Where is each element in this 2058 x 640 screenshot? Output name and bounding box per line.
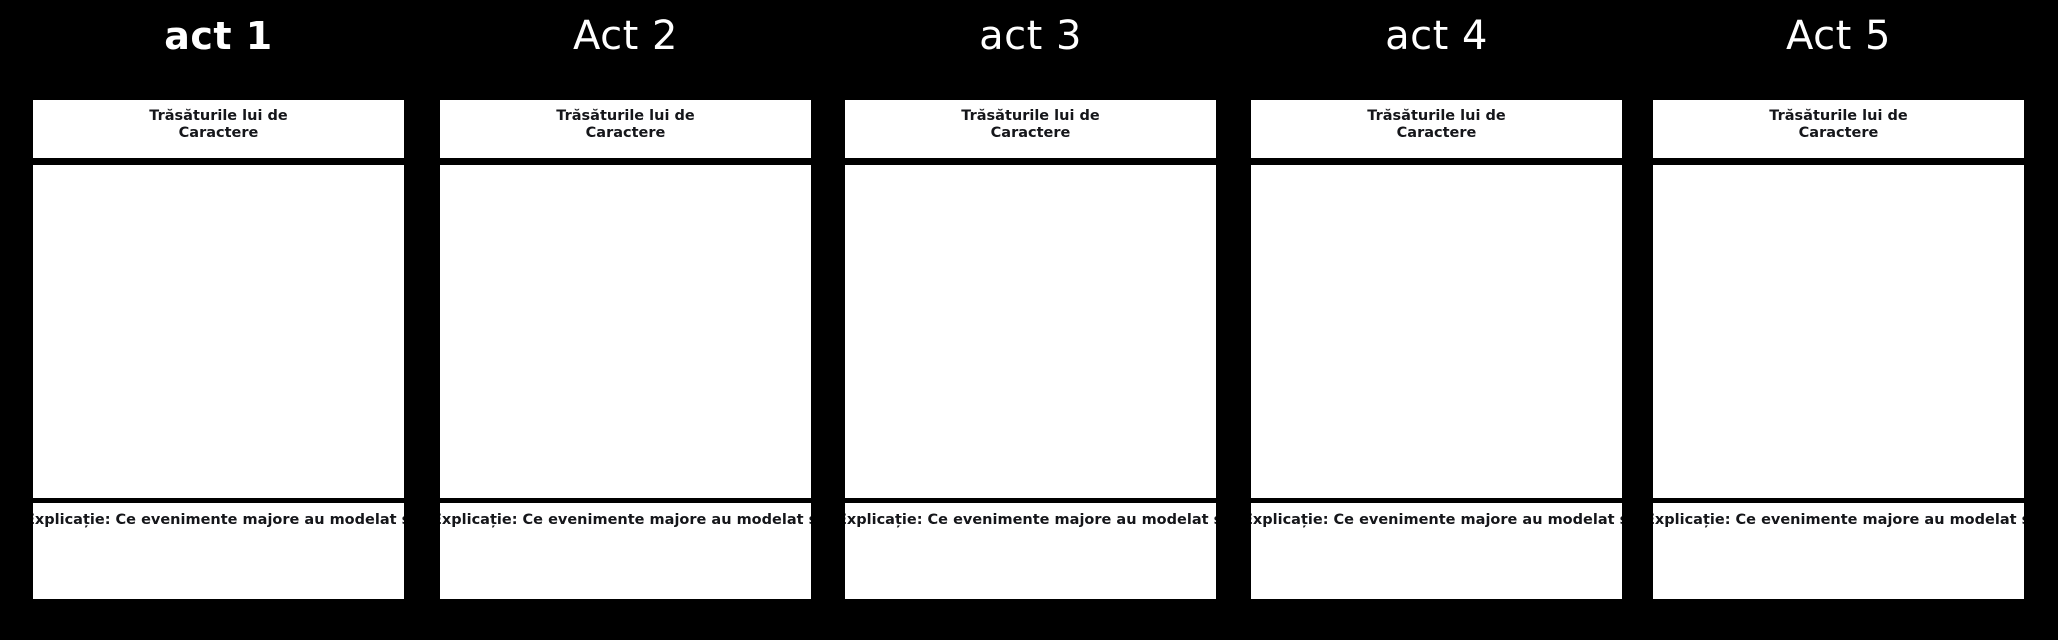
storyboard-panel[interactable]: act 1 Trăsăturile lui de Caractere Expli… [33, 0, 404, 640]
panel-header-text: Trăsăturile lui de Caractere [149, 108, 288, 141]
panel-image-area[interactable] [440, 165, 811, 498]
panel-header-text: Trăsăturile lui de Caractere [961, 108, 1100, 141]
panel-header-text: Trăsăturile lui de Caractere [556, 108, 695, 141]
panel-footer-text: Explicație: Ce evenimente majore au mode… [1251, 512, 1622, 528]
panel-footer-box[interactable]: Explicație: Ce evenimente majore au mode… [1251, 503, 1622, 599]
panel-footer-text: Explicație: Ce evenimente majore au mode… [440, 512, 811, 528]
panel-image-area[interactable] [1653, 165, 2024, 498]
panel-title[interactable]: act 3 [845, 8, 1216, 64]
panel-title[interactable]: Act 2 [440, 8, 811, 64]
panel-header-box[interactable]: Trăsăturile lui de Caractere [1653, 100, 2024, 158]
panel-image-area[interactable] [1251, 165, 1622, 498]
panel-footer-box[interactable]: Explicație: Ce evenimente majore au mode… [845, 503, 1216, 599]
panel-image-area[interactable] [845, 165, 1216, 498]
storyboard-canvas: act 1 Trăsăturile lui de Caractere Expli… [0, 0, 2058, 640]
panel-footer-box[interactable]: Explicație: Ce evenimente majore au mode… [1653, 503, 2024, 599]
panel-title[interactable]: act 1 [33, 8, 404, 64]
panel-footer-text: Explicație: Ce evenimente majore au mode… [1653, 512, 2024, 528]
panel-footer-text: Explicație: Ce evenimente majore au mode… [845, 512, 1216, 528]
storyboard-panel[interactable]: Act 5 Trăsăturile lui de Caractere Expli… [1653, 0, 2024, 640]
panel-header-box[interactable]: Trăsăturile lui de Caractere [845, 100, 1216, 158]
panel-header-box[interactable]: Trăsăturile lui de Caractere [33, 100, 404, 158]
panel-header-text: Trăsăturile lui de Caractere [1367, 108, 1506, 141]
panel-header-text: Trăsăturile lui de Caractere [1769, 108, 1908, 141]
panel-title[interactable]: Act 5 [1653, 8, 2024, 64]
storyboard-panel[interactable]: Act 2 Trăsăturile lui de Caractere Expli… [440, 0, 811, 640]
panel-header-box[interactable]: Trăsăturile lui de Caractere [1251, 100, 1622, 158]
panel-header-box[interactable]: Trăsăturile lui de Caractere [440, 100, 811, 158]
panel-image-area[interactable] [33, 165, 404, 498]
panel-footer-box[interactable]: Explicație: Ce evenimente majore au mode… [33, 503, 404, 599]
storyboard-panel[interactable]: act 4 Trăsăturile lui de Caractere Expli… [1251, 0, 1622, 640]
panel-footer-text: Explicație: Ce evenimente majore au mode… [33, 512, 404, 528]
panel-title[interactable]: act 4 [1251, 8, 1622, 64]
panel-footer-box[interactable]: Explicație: Ce evenimente majore au mode… [440, 503, 811, 599]
storyboard-panel[interactable]: act 3 Trăsăturile lui de Caractere Expli… [845, 0, 1216, 640]
